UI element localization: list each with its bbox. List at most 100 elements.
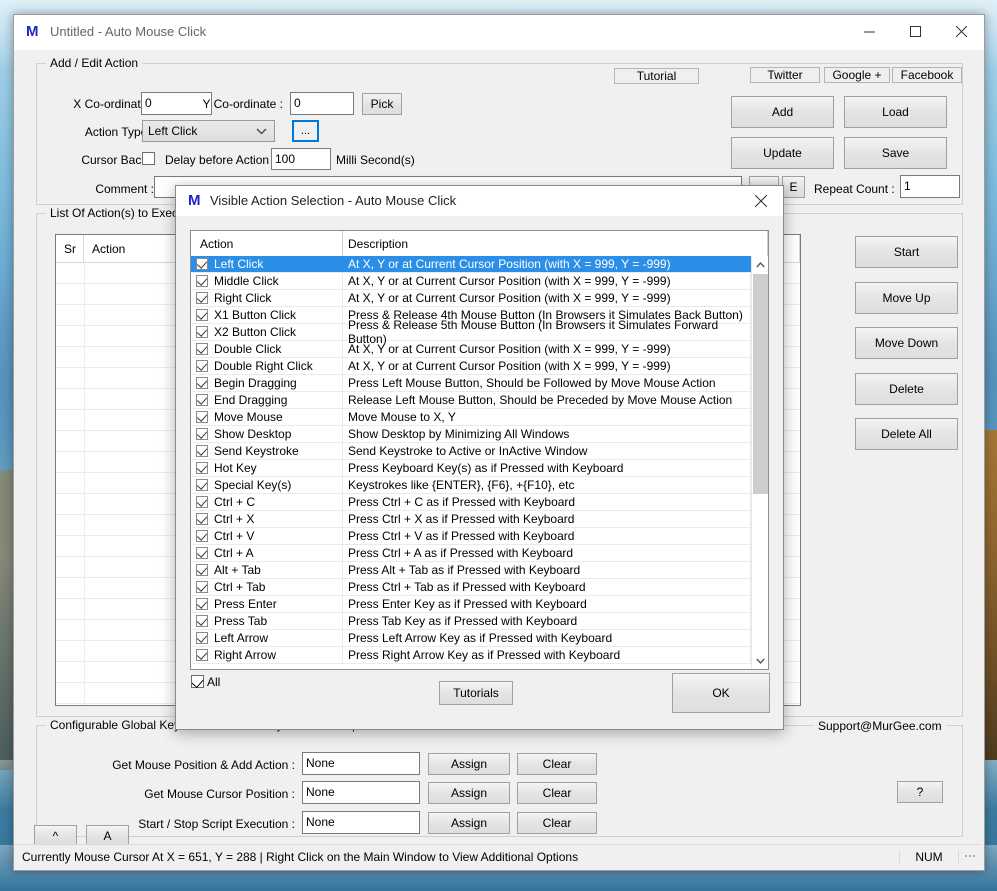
shortcut-input-0[interactable]: None [302, 752, 420, 775]
list-item[interactable]: Left ArrowPress Left Arrow Key as if Pre… [191, 630, 751, 647]
visible-actions-list[interactable]: Action Description Left ClickAt X, Y or … [190, 230, 769, 670]
clear-button-1[interactable]: Clear [517, 782, 597, 804]
row-checkbox[interactable] [196, 377, 208, 389]
list-item[interactable]: Special Key(s)Keystrokes like {ENTER}, {… [191, 477, 751, 494]
start-button[interactable]: Start [855, 236, 958, 268]
row-checkbox[interactable] [196, 326, 208, 338]
row-checkbox[interactable] [196, 615, 208, 627]
assign-button-0[interactable]: Assign [428, 753, 510, 775]
list-item-description-cell: Press Right Arrow Key as if Pressed with… [343, 647, 751, 663]
column-header-action[interactable]: Action [191, 231, 343, 256]
row-checkbox[interactable] [196, 343, 208, 355]
shortcut-input-1[interactable]: None [302, 781, 420, 804]
scrollbar-thumb[interactable] [753, 274, 768, 494]
action-type-label: Action Type : [54, 125, 154, 139]
shortcut-input-2[interactable]: None [302, 811, 420, 834]
list-item-action-cell: Double Click [191, 341, 343, 357]
list-item[interactable]: End DraggingRelease Left Mouse Button, S… [191, 392, 751, 409]
maximize-button[interactable] [892, 15, 938, 47]
row-checkbox[interactable] [196, 360, 208, 372]
list-item[interactable]: Double ClickAt X, Y or at Current Cursor… [191, 341, 751, 358]
scroll-up-button[interactable] [752, 256, 769, 273]
list-item[interactable]: Ctrl + APress Ctrl + A as if Pressed wit… [191, 545, 751, 562]
row-checkbox[interactable] [196, 258, 208, 270]
list-item[interactable]: Double Right ClickAt X, Y or at Current … [191, 358, 751, 375]
close-button[interactable] [938, 15, 984, 47]
select-all-checkbox[interactable] [191, 675, 204, 688]
save-button[interactable]: Save [844, 137, 947, 169]
minimize-button[interactable] [846, 15, 892, 47]
assign-button-1[interactable]: Assign [428, 782, 510, 804]
ok-button[interactable]: OK [672, 673, 770, 713]
list-item[interactable]: Hot KeyPress Keyboard Key(s) as if Press… [191, 460, 751, 477]
list-item[interactable]: Ctrl + TabPress Ctrl + Tab as if Pressed… [191, 579, 751, 596]
row-checkbox[interactable] [196, 632, 208, 644]
list-item[interactable]: Press TabPress Tab Key as if Pressed wit… [191, 613, 751, 630]
list-item[interactable]: Alt + TabPress Alt + Tab as if Pressed w… [191, 562, 751, 579]
row-checkbox[interactable] [196, 309, 208, 321]
action-options-button[interactable]: ... [292, 120, 319, 142]
about-toggle-button[interactable]: A [86, 825, 129, 846]
dialog-close-button[interactable] [739, 186, 783, 215]
list-scrollbar[interactable] [751, 256, 768, 669]
row-checkbox[interactable] [196, 496, 208, 508]
y-coordinate-input[interactable]: 0 [290, 92, 354, 115]
help-button[interactable]: ? [897, 781, 943, 803]
twitter-link-button[interactable]: Twitter [750, 67, 820, 83]
row-checkbox[interactable] [196, 462, 208, 474]
row-checkbox[interactable] [196, 394, 208, 406]
action-type-select[interactable]: Left Click [142, 120, 275, 142]
row-checkbox[interactable] [196, 581, 208, 593]
list-item[interactable]: Show DesktopShow Desktop by Minimizing A… [191, 426, 751, 443]
move-down-button[interactable]: Move Down [855, 327, 958, 359]
row-checkbox[interactable] [196, 530, 208, 542]
tutorial-link-button[interactable]: Tutorial [614, 68, 699, 84]
cursor-back-checkbox[interactable] [142, 152, 155, 165]
delete-all-button[interactable]: Delete All [855, 418, 958, 450]
load-button[interactable]: Load [844, 96, 947, 128]
row-checkbox[interactable] [196, 479, 208, 491]
assign-button-2[interactable]: Assign [428, 812, 510, 834]
delete-button[interactable]: Delete [855, 373, 958, 405]
list-item[interactable]: Begin DraggingPress Left Mouse Button, S… [191, 375, 751, 392]
facebook-link-button[interactable]: Facebook [892, 67, 962, 83]
row-checkbox[interactable] [196, 411, 208, 423]
row-checkbox[interactable] [196, 649, 208, 661]
row-checkbox[interactable] [196, 598, 208, 610]
row-checkbox[interactable] [196, 547, 208, 559]
row-checkbox[interactable] [196, 275, 208, 287]
repeat-count-input[interactable]: 1 [900, 175, 960, 198]
list-item[interactable]: Press EnterPress Enter Key as if Pressed… [191, 596, 751, 613]
row-checkbox[interactable] [196, 513, 208, 525]
list-item[interactable]: Right ArrowPress Right Arrow Key as if P… [191, 647, 751, 664]
column-header-sr[interactable]: Sr [56, 235, 84, 262]
row-checkbox[interactable] [196, 445, 208, 457]
row-checkbox[interactable] [196, 428, 208, 440]
row-checkbox[interactable] [196, 292, 208, 304]
google-plus-link-button[interactable]: Google + [824, 67, 890, 83]
scroll-down-button[interactable] [752, 652, 769, 669]
column-header-description[interactable]: Description [343, 231, 768, 256]
list-item[interactable]: Ctrl + XPress Ctrl + X as if Pressed wit… [191, 511, 751, 528]
list-item[interactable]: Middle ClickAt X, Y or at Current Cursor… [191, 273, 751, 290]
clear-button-2[interactable]: Clear [517, 812, 597, 834]
delay-input[interactable]: 100 [271, 148, 331, 170]
row-checkbox[interactable] [196, 564, 208, 576]
list-item[interactable]: Left ClickAt X, Y or at Current Cursor P… [191, 256, 751, 273]
collapse-toggle-button[interactable]: ^ [34, 825, 77, 846]
move-up-button[interactable]: Move Up [855, 282, 958, 314]
update-button[interactable]: Update [731, 137, 834, 169]
comment-edit-button[interactable]: E [782, 176, 805, 198]
list-item[interactable]: X2 Button ClickPress & Release 5th Mouse… [191, 324, 751, 341]
resize-grip[interactable] [959, 855, 981, 860]
list-item[interactable]: Ctrl + CPress Ctrl + C as if Pressed wit… [191, 494, 751, 511]
tutorials-button[interactable]: Tutorials [439, 681, 513, 705]
add-button[interactable]: Add [731, 96, 834, 128]
list-item[interactable]: Ctrl + VPress Ctrl + V as if Pressed wit… [191, 528, 751, 545]
list-item[interactable]: Send KeystrokeSend Keystroke to Active o… [191, 443, 751, 460]
maximize-icon [910, 26, 921, 37]
clear-button-0[interactable]: Clear [517, 753, 597, 775]
pick-button[interactable]: Pick [362, 93, 402, 115]
list-item[interactable]: Move MouseMove Mouse to X, Y [191, 409, 751, 426]
list-item[interactable]: Right ClickAt X, Y or at Current Cursor … [191, 290, 751, 307]
